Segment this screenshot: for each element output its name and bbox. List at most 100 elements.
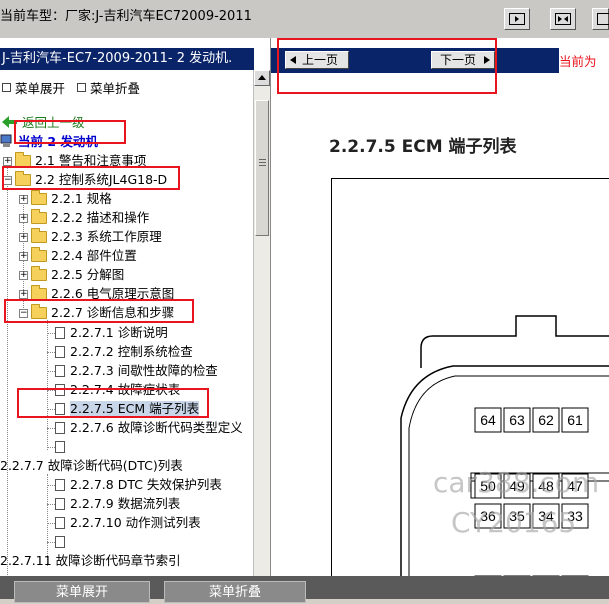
document-icon xyxy=(55,422,65,434)
tree-item[interactable]: 2.2.7.2 控制系统检查 xyxy=(55,343,193,361)
tree-item[interactable]: 2.2.7.3 间歇性故障的检查 xyxy=(55,362,218,380)
menu-expand-link[interactable]: 菜单展开 xyxy=(15,81,65,96)
tree-item[interactable]: 2.2.5 分解图 xyxy=(31,266,124,284)
expand-toggle[interactable]: + xyxy=(19,195,28,204)
tree-line xyxy=(47,542,55,543)
menu-collapse-link[interactable]: 菜单折叠 xyxy=(90,81,140,96)
expand-square-icon xyxy=(2,83,11,92)
tree-line xyxy=(47,333,55,334)
tree-item-label: 2.2.7.2 控制系统检查 xyxy=(70,344,193,359)
scroll-thumb[interactable] xyxy=(255,100,269,236)
tree-line xyxy=(47,320,48,450)
layout-split-icon xyxy=(555,13,571,25)
tree-line xyxy=(47,447,55,448)
annotation-box xyxy=(2,166,180,190)
folder-icon xyxy=(31,231,47,243)
tree-line xyxy=(47,485,55,486)
document-icon xyxy=(55,346,65,358)
tree-line xyxy=(47,352,55,353)
tree-item-label: 2.2.7.7 故障诊断代码(DTC)列表 xyxy=(0,458,183,473)
collapse-square-icon xyxy=(77,83,86,92)
tree-line xyxy=(47,428,55,429)
document-icon xyxy=(55,479,65,491)
tree-item-label: 2.2.7.1 诊断说明 xyxy=(70,325,168,340)
watermark-text: CY20165 xyxy=(451,506,576,539)
pin-number: 64 xyxy=(480,412,496,428)
window-title: 当前车型：厂家:J-吉利汽车EC72009-2011 xyxy=(0,5,252,24)
document-title: 2.2.7.5 ECM 端子列表 xyxy=(329,132,517,157)
layout-right-button[interactable] xyxy=(592,8,609,30)
tree-item[interactable]: 2.2.7.9 数据流列表 xyxy=(55,495,180,513)
grip-icon xyxy=(259,159,266,160)
expand-toggle[interactable]: + xyxy=(19,271,28,280)
tree-item-label: 2.2.7.9 数据流列表 xyxy=(70,496,180,511)
tree-item-label: 2.2.7.10 动作测试列表 xyxy=(70,515,201,530)
layout-right-icon xyxy=(597,13,609,25)
tree-item[interactable]: 2.2.7.1 诊断说明 xyxy=(55,324,168,342)
expand-toggle[interactable]: + xyxy=(3,157,12,166)
tree-scrollbar[interactable] xyxy=(253,70,270,576)
pin-number: 61 xyxy=(567,412,583,428)
chevron-up-icon xyxy=(255,71,269,85)
tree-item[interactable]: 2.2.7.6 故障诊断代码类型定义 xyxy=(55,419,243,437)
bottom-expand-button[interactable]: 菜单展开 xyxy=(14,581,150,603)
bottom-bar: 菜单展开 菜单折叠 xyxy=(0,576,609,599)
tree-item-label: 2.2.5 分解图 xyxy=(51,267,124,282)
pin-number: 63 xyxy=(509,412,525,428)
tree-item-label: 2.2.7.3 间歇性故障的检查 xyxy=(70,363,218,378)
tree-item-label: 2.2.7.8 DTC 失效保护列表 xyxy=(70,477,222,492)
folder-icon xyxy=(31,250,47,262)
tree-item-label: 2.2.1 规格 xyxy=(51,191,112,206)
tree-item[interactable]: 2.2.2 描述和操作 xyxy=(31,209,149,227)
document-icon xyxy=(55,498,65,510)
tree-item-label: 2.2.7.11 故障诊断代码章节索引 xyxy=(0,553,181,568)
annotation-box xyxy=(4,299,194,323)
menu-options: 菜单展开 菜单折叠 xyxy=(0,78,140,97)
current-page-label: 当前为 xyxy=(559,48,609,73)
tree-item-label: 2.2.3 系统工作原理 xyxy=(51,229,162,244)
tree-line xyxy=(47,371,55,372)
pane-title: J-吉利汽车-EC7-2009-2011- 2 发动机. xyxy=(0,48,254,70)
folder-icon xyxy=(31,193,47,205)
expand-toggle[interactable]: + xyxy=(19,214,28,223)
bottom-collapse-button[interactable]: 菜单折叠 xyxy=(164,581,306,603)
document-pane: 上一页 下一页 当前为 2.2.7.5 ECM 端子列表 64636261504… xyxy=(271,38,609,576)
tree-item[interactable] xyxy=(55,533,70,551)
document-icon xyxy=(55,517,65,529)
document-icon xyxy=(55,365,65,377)
connector-outline xyxy=(421,316,609,368)
expand-toggle[interactable]: + xyxy=(19,252,28,261)
document-icon xyxy=(55,536,65,548)
layout-split-button[interactable] xyxy=(550,8,576,30)
annotation-box xyxy=(14,120,126,144)
folder-icon xyxy=(31,212,47,224)
tree-item[interactable]: 2.2.7.7 故障诊断代码(DTC)列表 xyxy=(0,457,183,475)
annotation-box xyxy=(17,388,209,418)
tree-item[interactable]: 2.2.7.10 动作测试列表 xyxy=(55,514,201,532)
tree-item[interactable]: 2.2.3 系统工作原理 xyxy=(31,228,162,246)
tree-item[interactable]: 2.2.1 规格 xyxy=(31,190,112,208)
tree-item[interactable]: 2.2.7.8 DTC 失效保护列表 xyxy=(55,476,222,494)
tree-line xyxy=(7,157,8,576)
navigation-pane: J-吉利汽车-EC7-2009-2011- 2 发动机. 菜单展开 菜单折叠 返… xyxy=(0,38,271,576)
tree-item-label: 2.2.7.6 故障诊断代码类型定义 xyxy=(70,420,243,435)
tree-line xyxy=(47,504,55,505)
document-icon xyxy=(55,441,65,453)
computer-icon xyxy=(0,134,14,148)
expand-toggle[interactable]: + xyxy=(19,290,28,299)
layout-left-icon xyxy=(509,13,525,25)
folder-icon xyxy=(31,269,47,281)
tree-line xyxy=(47,523,55,524)
tree-item[interactable]: 2.2.4 部件位置 xyxy=(31,247,137,265)
expand-toggle[interactable]: + xyxy=(19,233,28,242)
title-bar: 当前车型：厂家:J-吉利汽车EC72009-2011 xyxy=(0,0,609,39)
tree-item[interactable]: 2.2.7.11 故障诊断代码章节索引 xyxy=(0,552,181,570)
tree-item-label: 2.2.2 描述和操作 xyxy=(51,210,149,225)
layout-left-button[interactable] xyxy=(504,8,530,30)
pin-number: 62 xyxy=(538,412,554,428)
annotation-box xyxy=(277,38,497,94)
tree-item-label: 2.2.4 部件位置 xyxy=(51,248,137,263)
scroll-up-arrow[interactable] xyxy=(254,70,270,86)
tree-item[interactable] xyxy=(55,438,70,456)
watermark-text: car388.com xyxy=(433,466,599,499)
